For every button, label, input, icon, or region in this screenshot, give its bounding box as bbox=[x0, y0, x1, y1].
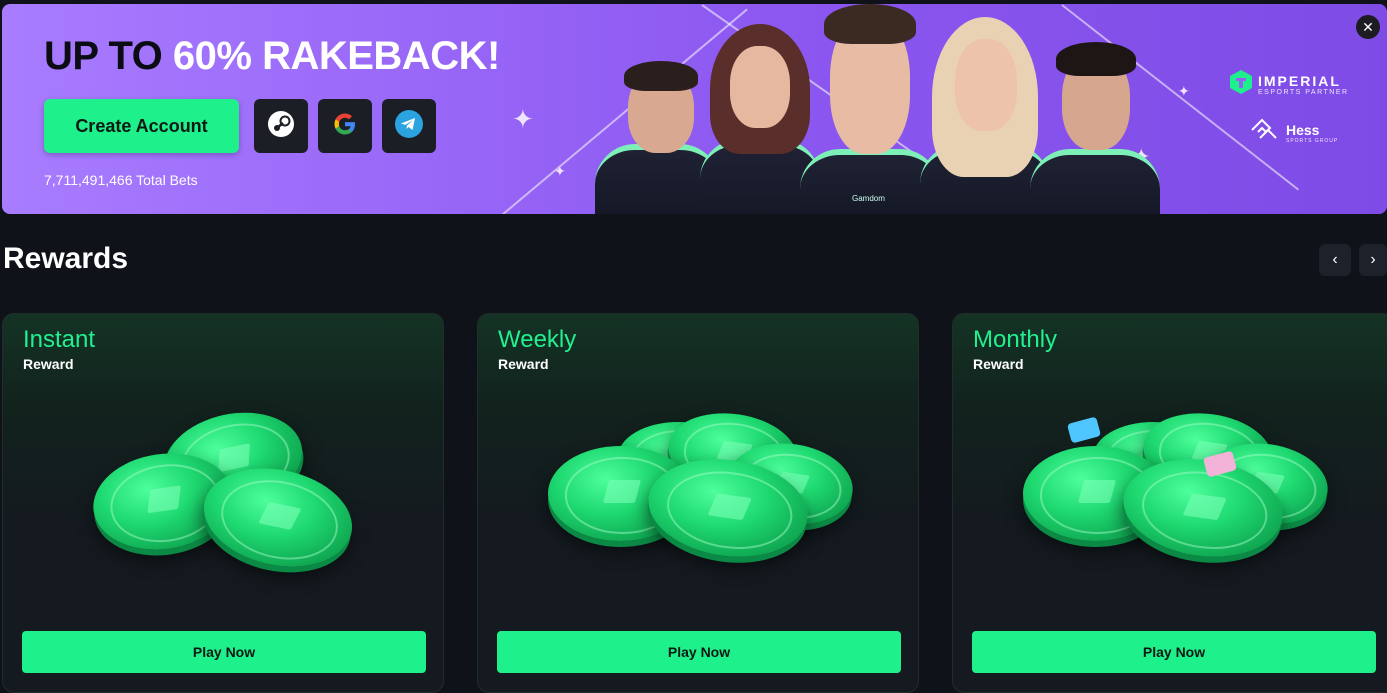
promo-banner: UP TO 60% RAKEBACK! Create Account 7,711… bbox=[2, 4, 1387, 214]
rewards-prev-button[interactable]: ‹ bbox=[1319, 244, 1351, 276]
sparkle-icon: ✦ bbox=[512, 104, 534, 134]
telegram-login-button[interactable] bbox=[382, 99, 436, 153]
coins-illustration bbox=[63, 394, 383, 594]
steam-icon bbox=[266, 109, 296, 144]
chevron-left-icon: ‹ bbox=[1332, 251, 1338, 268]
reward-card-subtitle: Reward bbox=[23, 356, 74, 372]
google-login-button[interactable] bbox=[318, 99, 372, 153]
play-now-button[interactable]: Play Now bbox=[497, 631, 901, 673]
jersey-brand: Gamdom bbox=[852, 194, 885, 203]
close-banner-button[interactable]: ✕ bbox=[1356, 15, 1380, 39]
reward-card-title: Weekly bbox=[498, 326, 577, 353]
reward-card-instant: Instant Reward Play Now bbox=[2, 313, 444, 693]
coins-illustration bbox=[1013, 394, 1333, 594]
reward-card-title: Monthly bbox=[973, 326, 1058, 353]
hess-name: Hess bbox=[1286, 121, 1320, 138]
gem-image bbox=[1066, 416, 1102, 444]
banner-title: UP TO 60% RAKEBACK! bbox=[44, 34, 500, 79]
play-now-button[interactable]: Play Now bbox=[22, 631, 426, 673]
coins-illustration bbox=[538, 394, 858, 594]
player-figure bbox=[1030, 24, 1160, 214]
sparkle-icon: ✦ bbox=[1178, 83, 1190, 99]
banner-title-highlight: 60% RAKEBACK! bbox=[172, 34, 500, 78]
reward-card-subtitle: Reward bbox=[498, 356, 549, 372]
chevron-right-icon: › bbox=[1370, 251, 1376, 268]
reward-card-subtitle: Reward bbox=[973, 356, 1024, 372]
hess-subtitle: SPORTS GROUP bbox=[1286, 137, 1339, 144]
reward-card-title: Instant bbox=[23, 326, 96, 353]
rewards-title: Rewards bbox=[3, 242, 129, 275]
telegram-icon bbox=[394, 109, 424, 144]
rewards-next-button[interactable]: › bbox=[1359, 244, 1387, 276]
google-icon bbox=[331, 110, 359, 143]
reward-card-weekly: Weekly Reward Play Now bbox=[477, 313, 919, 693]
imperial-partner-logo: IMPERIAL ESPORTS PARTNER bbox=[1230, 70, 1349, 99]
create-account-button[interactable]: Create Account bbox=[44, 99, 239, 153]
hess-partner-logo: Hess SPORTS GROUP bbox=[1250, 118, 1338, 147]
player-figure: Gamdom bbox=[800, 4, 940, 214]
imperial-name: IMPERIAL bbox=[1258, 73, 1341, 89]
imperial-subtitle: ESPORTS PARTNER bbox=[1258, 89, 1349, 96]
banner-title-prefix: UP TO bbox=[44, 34, 173, 78]
close-icon: ✕ bbox=[1362, 18, 1374, 35]
hess-logo-icon bbox=[1250, 118, 1280, 147]
play-now-button[interactable]: Play Now bbox=[972, 631, 1376, 673]
steam-login-button[interactable] bbox=[254, 99, 308, 153]
esports-team-image: Gamdom bbox=[590, 4, 1160, 214]
sparkle-icon: ✦ bbox=[554, 163, 566, 179]
reward-card-monthly: Monthly Reward Play Now bbox=[952, 313, 1387, 693]
total-bets-counter: 7,711,491,466 Total Bets bbox=[44, 172, 198, 188]
imperial-logo-icon bbox=[1230, 70, 1252, 99]
